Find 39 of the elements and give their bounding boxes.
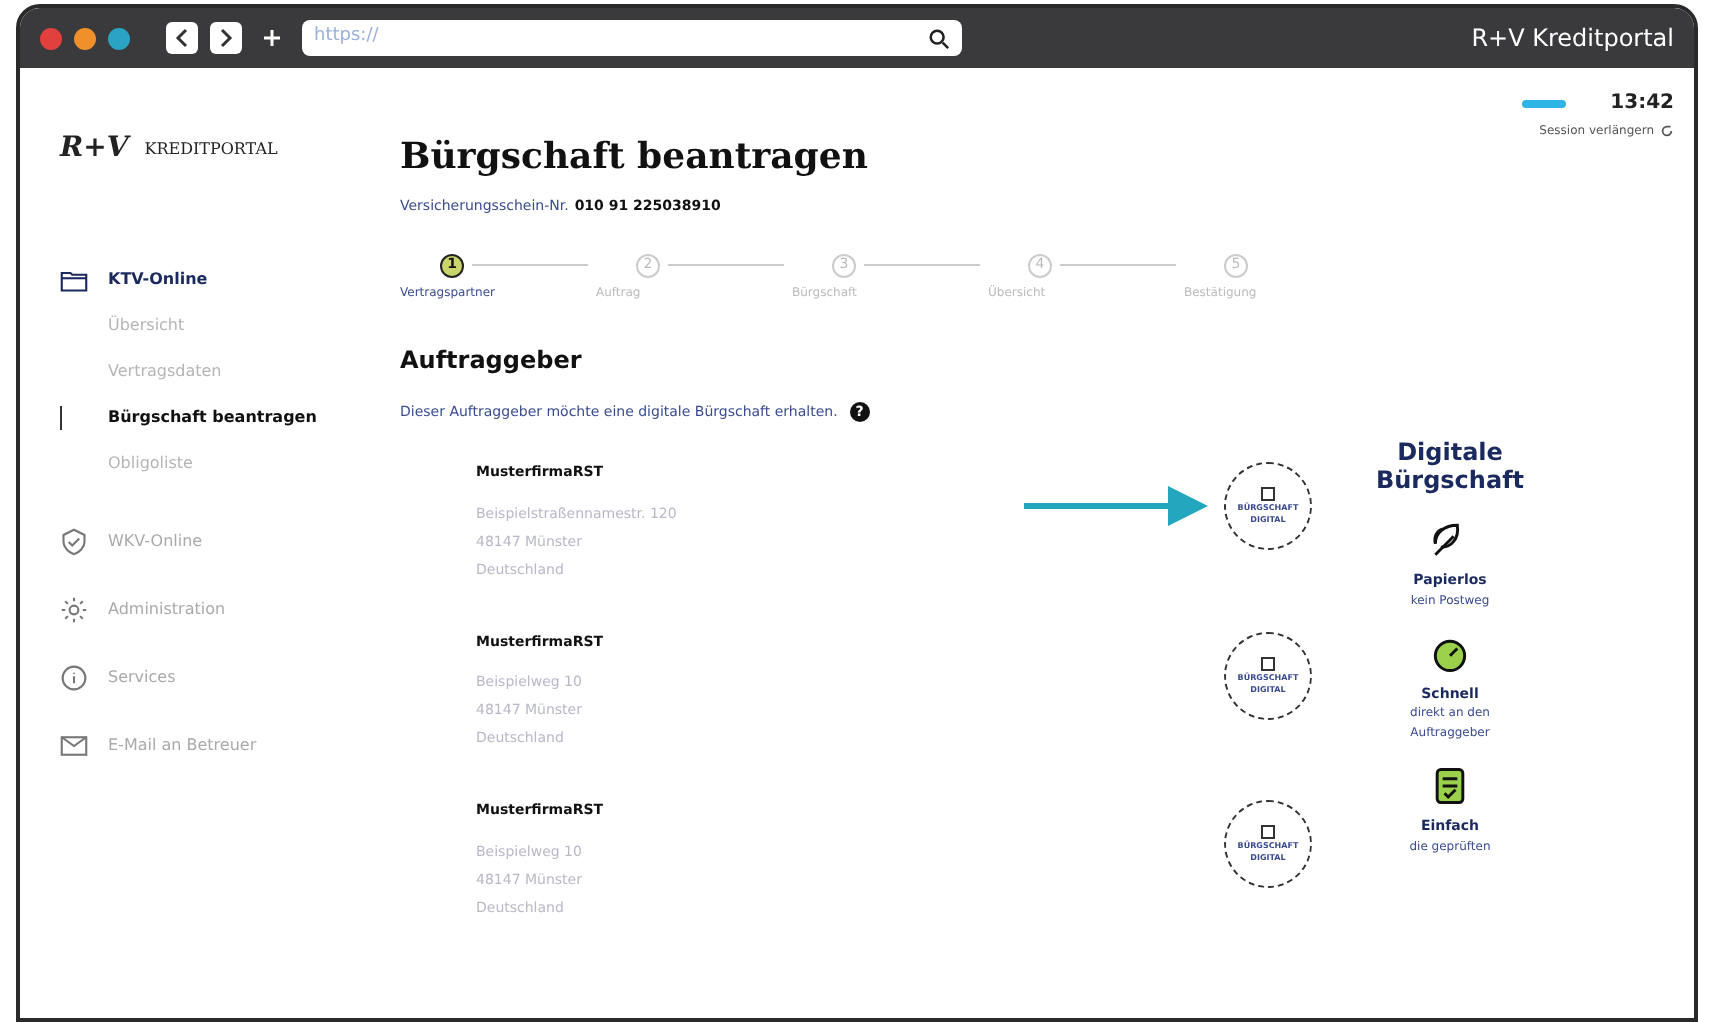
info-icon <box>60 664 88 692</box>
refresh-icon <box>1660 124 1674 138</box>
nav-label: WKV-Online <box>108 530 203 554</box>
page-title: Bürgschaft beantragen <box>400 140 868 176</box>
document-icon <box>1260 824 1276 840</box>
mail-icon <box>60 732 88 760</box>
session-timer-bar <box>1522 99 1567 107</box>
nav-subitem[interactable]: Übersicht <box>108 314 185 338</box>
nav-label: E-Mail an Betreuer <box>108 734 257 758</box>
nav-item[interactable]: E-Mail an Betreuer <box>60 732 380 760</box>
settings-icon <box>60 596 88 624</box>
back-button[interactable] <box>166 22 198 54</box>
nav-label: Administration <box>108 598 226 622</box>
shield-check-icon <box>60 528 88 556</box>
session-time: 13:42 <box>1610 90 1674 118</box>
plus-icon[interactable] <box>262 28 282 48</box>
search-icon <box>928 27 950 49</box>
address-field[interactable]: https:// <box>302 20 962 56</box>
nav-item[interactable]: KTV-Online <box>60 266 380 294</box>
logo-text: KREDITPORTAL <box>144 137 278 161</box>
nav-subitem[interactable]: Vertragsdaten <box>108 360 222 384</box>
nav-label: Services <box>108 666 176 690</box>
document-icon <box>1260 486 1276 502</box>
nav-subitem[interactable]: Obligoliste <box>108 452 193 476</box>
nav-item[interactable]: WKV-Online <box>60 528 380 556</box>
nav-subitem[interactable]: Bürgschaft beantragen <box>108 406 317 430</box>
info-panel-title: Digitale Bürgschaft <box>1373 438 1527 494</box>
forward-button[interactable] <box>210 22 242 54</box>
section-title: Auftraggeber <box>400 343 584 377</box>
folder-icon <box>60 266 88 294</box>
url-text: https:// <box>314 24 379 51</box>
chevron-right-icon <box>218 28 234 48</box>
nav-label: KTV-Online <box>108 268 208 292</box>
nav-item[interactable]: Administration <box>60 596 380 624</box>
chevron-left-icon <box>174 28 190 48</box>
nav-item[interactable]: Services <box>60 664 380 692</box>
window-title: R+V Kreditportal <box>1471 22 1674 56</box>
logo-mark: R+V <box>60 130 129 168</box>
document-icon <box>1260 655 1276 671</box>
